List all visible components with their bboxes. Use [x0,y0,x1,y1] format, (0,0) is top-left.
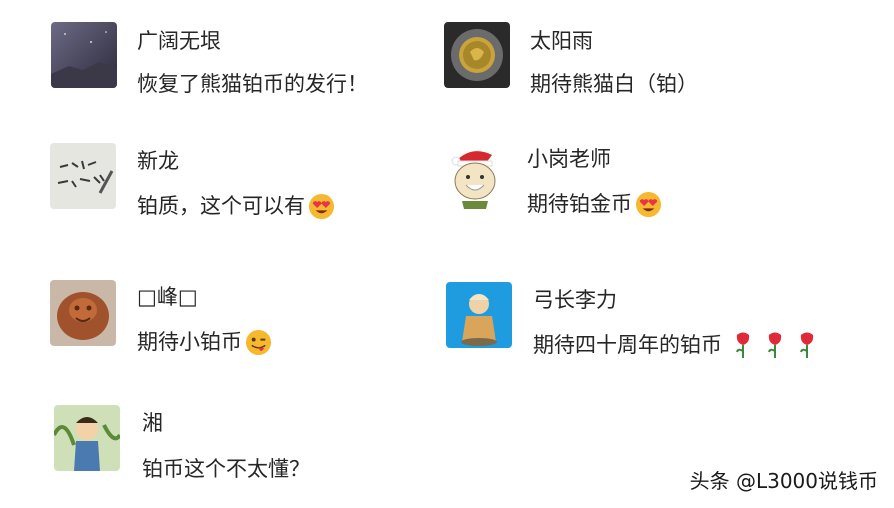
heart-eyes-emoji [635,191,662,218]
comment-body: 期待熊猫白（铂） [530,72,698,96]
commenter-name[interactable]: 小岗老师 [527,146,611,172]
commenter-name[interactable]: 新龙 [137,148,179,174]
commenter-name[interactable]: □峰□ [137,284,198,310]
comment-text: 期待铂金币 [527,190,662,218]
comment-text: 期待熊猫白（铂） [530,70,698,98]
watermark: 头条 @L3000说钱币 [689,469,878,493]
winking-tongue-emoji [245,329,272,356]
cartoon-kid-santa-hat-avatar[interactable] [442,143,508,209]
comment-body: 期待铂金币 [527,192,632,216]
calligraphy-avatar[interactable] [50,143,116,209]
commenter-name[interactable]: 广阔无垠 [137,28,221,54]
comment-text: 铂质，这个可以有 [137,192,335,220]
rose-emoji [796,331,818,359]
night-sky-avatar[interactable] [51,22,117,88]
commenter-name[interactable]: 太阳雨 [530,28,593,54]
comment-body: 恢复了熊猫铂币的发行！ [137,72,368,96]
rose-emoji [732,331,754,359]
comment-body: 期待小铂币 [137,330,242,354]
comment-body: 铂质，这个可以有 [137,194,305,218]
cartoon-boy-avatar[interactable] [54,405,120,471]
heart-eyes-emoji [308,193,335,220]
commenter-name[interactable]: 弓长李力 [533,287,617,313]
carved-figure-avatar[interactable] [50,280,116,346]
comment-body: 铂币这个不太懂？ [142,457,310,481]
comment-text: 恢复了熊猫铂币的发行！ [137,70,368,98]
comment-text: 期待小铂币 [137,328,272,356]
cartoon-figure-blue-avatar[interactable] [446,282,512,348]
comment-text: 铂币这个不太懂？ [142,455,310,483]
gold-coin-avatar[interactable] [444,22,510,88]
rose-emoji [764,331,786,359]
commenter-name[interactable]: 湘 [142,410,163,436]
comment-body: 期待四十周年的铂币 [533,333,722,357]
comment-text: 期待四十周年的铂币 [533,331,818,359]
